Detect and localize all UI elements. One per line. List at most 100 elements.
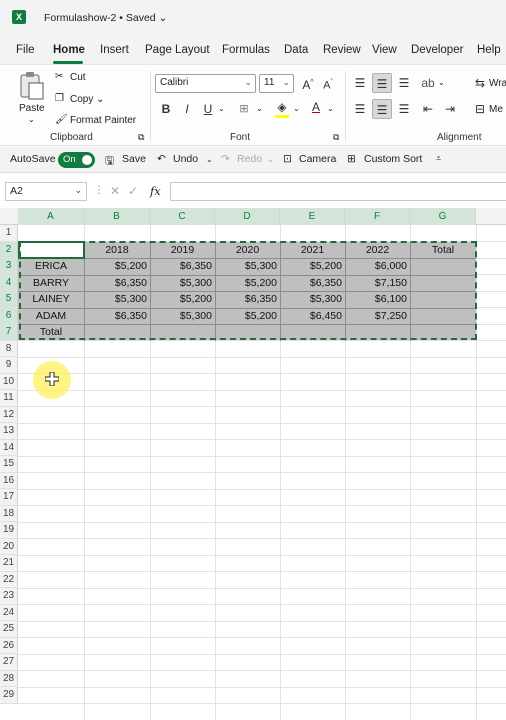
row-header-1[interactable]: 1 bbox=[0, 225, 18, 242]
tab-file[interactable]: File bbox=[16, 44, 35, 56]
column-header-b[interactable]: B bbox=[84, 208, 150, 225]
chevron-down-icon[interactable]: ⌄ bbox=[206, 155, 213, 164]
column-header-f[interactable]: F bbox=[345, 208, 410, 225]
row-header-6[interactable]: 6 bbox=[0, 307, 18, 324]
row-header-7[interactable]: 7 bbox=[0, 324, 18, 341]
row-header-23[interactable]: 23 bbox=[0, 588, 18, 605]
merge-icon[interactable]: ⊟ bbox=[470, 99, 490, 119]
custom-sort-button[interactable]: Custom Sort bbox=[364, 153, 422, 165]
row-header-22[interactable]: 22 bbox=[0, 571, 18, 588]
dialog-launcher-icon[interactable]: ⧉ bbox=[138, 132, 144, 143]
cell-cursor-icon bbox=[45, 372, 59, 386]
row-header-28[interactable]: 28 bbox=[0, 670, 18, 687]
tab-review[interactable]: Review bbox=[323, 44, 361, 56]
name-box[interactable]: A2 ⌄ bbox=[5, 182, 87, 201]
row-header-12[interactable]: 12 bbox=[0, 406, 18, 423]
paste-button[interactable]: Paste ⌄ bbox=[14, 69, 50, 124]
formula-bar: A2 ⌄ ⋮ ✕ ✓ fx bbox=[0, 178, 506, 204]
align-middle-icon[interactable]: ☰ bbox=[372, 73, 392, 93]
row-header-16[interactable]: 16 bbox=[0, 472, 18, 489]
chevron-down-icon[interactable]: ⌄ bbox=[327, 104, 334, 113]
cut-button[interactable]: Cut bbox=[70, 72, 86, 83]
row-header-17[interactable]: 17 bbox=[0, 489, 18, 506]
row-header-15[interactable]: 15 bbox=[0, 456, 18, 473]
align-left-icon[interactable]: ☰ bbox=[350, 99, 370, 119]
orientation-icon[interactable]: ab bbox=[418, 73, 438, 93]
font-size-combo[interactable]: 11 ⌄ bbox=[259, 74, 294, 93]
row-header-2[interactable]: 2 bbox=[0, 241, 18, 258]
underline-button[interactable]: U bbox=[198, 99, 218, 119]
camera-button[interactable]: Camera bbox=[299, 153, 336, 165]
align-bottom-icon[interactable]: ☰ bbox=[394, 73, 414, 93]
save-button[interactable]: Save bbox=[122, 153, 146, 165]
italic-button[interactable]: I bbox=[177, 99, 197, 119]
chevron-down-icon[interactable]: ⌄ bbox=[256, 104, 263, 113]
autosave-toggle[interactable]: On bbox=[58, 152, 95, 168]
dialog-launcher-icon[interactable]: ⧉ bbox=[333, 132, 339, 143]
decrease-indent-icon[interactable]: ⇤ bbox=[418, 99, 438, 119]
font-color-button[interactable]: A bbox=[306, 97, 326, 117]
row-header-14[interactable]: 14 bbox=[0, 439, 18, 456]
row-header-5[interactable]: 5 bbox=[0, 291, 18, 308]
bold-button[interactable]: B bbox=[156, 99, 176, 119]
tab-home[interactable]: Home bbox=[53, 44, 85, 56]
tab-page-layout[interactable]: Page Layout bbox=[145, 44, 210, 56]
merge-button[interactable]: Me bbox=[489, 104, 503, 115]
tab-insert[interactable]: Insert bbox=[100, 44, 129, 56]
align-center-icon[interactable]: ☰ bbox=[372, 99, 392, 119]
enter-icon[interactable]: ✓ bbox=[128, 184, 138, 198]
row-header-11[interactable]: 11 bbox=[0, 390, 18, 407]
column-header-c[interactable]: C bbox=[150, 208, 215, 225]
chevron-down-icon[interactable]: ⌄ bbox=[267, 155, 274, 164]
align-top-icon[interactable]: ☰ bbox=[350, 73, 370, 93]
wrap-text-icon[interactable]: ⇆ bbox=[470, 73, 490, 93]
formula-input[interactable] bbox=[170, 182, 506, 201]
chevron-down-icon: ⌄ bbox=[282, 77, 290, 87]
shrink-font-button[interactable]: Aˇ bbox=[318, 73, 338, 93]
row-header-25[interactable]: 25 bbox=[0, 621, 18, 638]
redo-button[interactable]: Redo bbox=[237, 153, 262, 165]
copy-icon: ❐ bbox=[55, 93, 64, 104]
borders-icon[interactable]: ⊞ bbox=[234, 99, 254, 119]
row-header-8[interactable]: 8 bbox=[0, 340, 18, 357]
insert-function-icon[interactable]: fx bbox=[150, 184, 161, 198]
window-title[interactable]: Formulashow-2 • Saved ⌄ bbox=[44, 12, 167, 24]
tab-view[interactable]: View bbox=[372, 44, 397, 56]
chevron-down-icon[interactable]: ⌄ bbox=[438, 78, 445, 87]
column-header-e[interactable]: E bbox=[280, 208, 345, 225]
tab-developer[interactable]: Developer bbox=[411, 44, 463, 56]
undo-button[interactable]: Undo bbox=[173, 153, 198, 165]
format-painter-button[interactable]: Format Painter bbox=[70, 115, 136, 126]
row-header-24[interactable]: 24 bbox=[0, 604, 18, 621]
chevron-down-icon[interactable]: ⌄ bbox=[218, 104, 225, 113]
increase-indent-icon[interactable]: ⇥ bbox=[440, 99, 460, 119]
row-header-19[interactable]: 19 bbox=[0, 522, 18, 539]
grow-font-button[interactable]: A^ bbox=[298, 73, 318, 93]
row-header-20[interactable]: 20 bbox=[0, 538, 18, 555]
tab-help[interactable]: Help bbox=[477, 44, 501, 56]
row-header-10[interactable]: 10 bbox=[0, 373, 18, 390]
row-header-21[interactable]: 21 bbox=[0, 555, 18, 572]
row-header-26[interactable]: 26 bbox=[0, 637, 18, 654]
customize-toolbar-icon[interactable]: ⩡ bbox=[436, 153, 441, 164]
font-name-combo[interactable]: Calibri ⌄ bbox=[155, 74, 256, 93]
fill-color-icon[interactable]: ◈ bbox=[272, 97, 292, 118]
cancel-icon[interactable]: ✕ bbox=[110, 184, 120, 198]
align-right-icon[interactable]: ☰ bbox=[394, 99, 414, 119]
chevron-down-icon: ⌄ bbox=[74, 185, 82, 195]
tab-formulas[interactable]: Formulas bbox=[222, 44, 270, 56]
row-header-27[interactable]: 27 bbox=[0, 654, 18, 671]
row-header-3[interactable]: 3 bbox=[0, 258, 18, 275]
row-header-13[interactable]: 13 bbox=[0, 423, 18, 440]
wrap-text-button[interactable]: Wra bbox=[489, 78, 506, 89]
row-header-4[interactable]: 4 bbox=[0, 274, 18, 291]
column-header-d[interactable]: D bbox=[215, 208, 280, 225]
column-header-g[interactable]: G bbox=[410, 208, 476, 225]
row-header-29[interactable]: 29 bbox=[0, 687, 18, 704]
tab-data[interactable]: Data bbox=[284, 44, 308, 56]
column-header-a[interactable]: A bbox=[18, 208, 84, 225]
chevron-down-icon[interactable]: ⌄ bbox=[293, 104, 300, 113]
copy-button[interactable]: Copy ⌄ bbox=[70, 94, 105, 105]
row-header-18[interactable]: 18 bbox=[0, 505, 18, 522]
row-header-9[interactable]: 9 bbox=[0, 357, 18, 374]
